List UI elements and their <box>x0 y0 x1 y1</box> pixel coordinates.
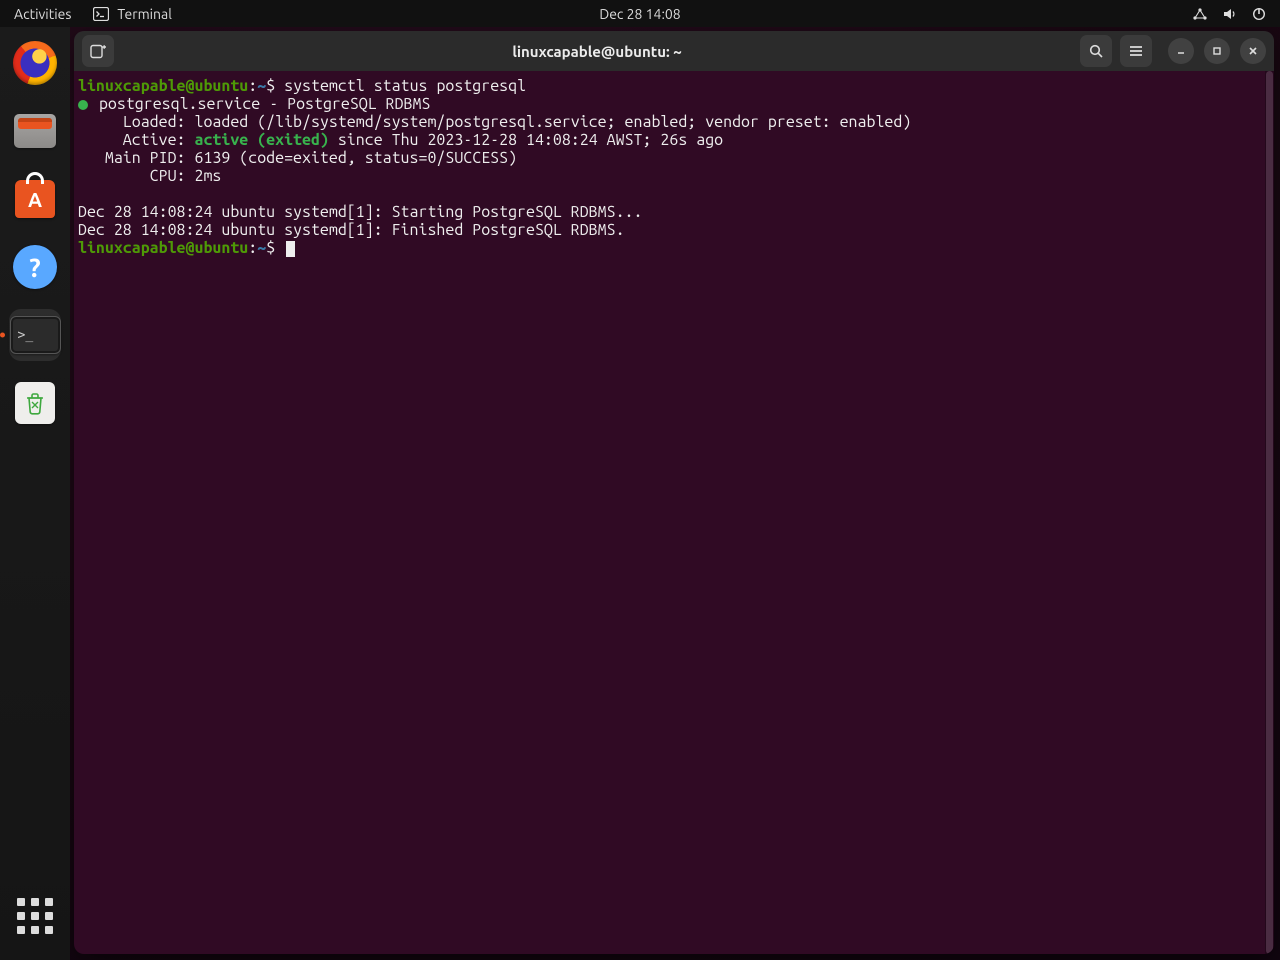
cpu-line: CPU: 2ms <box>78 167 221 185</box>
minimize-icon <box>1175 45 1187 57</box>
network-icon[interactable] <box>1192 7 1208 21</box>
active-app-label: Terminal <box>117 6 172 22</box>
mainpid-line: Main PID: 6139 (code=exited, status=0/SU… <box>78 149 517 167</box>
hamburger-icon <box>1128 44 1144 58</box>
prompt-symbol: $ <box>266 239 275 257</box>
terminal-app-icon <box>93 7 109 21</box>
close-button[interactable] <box>1240 38 1266 64</box>
volume-icon[interactable] <box>1222 7 1238 21</box>
firefox-icon <box>13 41 57 85</box>
files-icon <box>14 114 56 148</box>
help-icon: ? <box>13 245 57 289</box>
search-button[interactable] <box>1080 35 1112 67</box>
dock-files[interactable] <box>9 105 61 157</box>
prompt-symbol: $ <box>266 77 275 95</box>
dock-firefox[interactable] <box>9 37 61 89</box>
search-icon <box>1088 43 1104 59</box>
cursor <box>286 241 295 257</box>
activities-button[interactable]: Activities <box>14 6 71 22</box>
maximize-button[interactable] <box>1204 38 1230 64</box>
scrollbar-thumb[interactable] <box>1266 71 1273 954</box>
active-app-menu[interactable]: Terminal <box>93 6 172 22</box>
titlebar: linuxcapable@ubuntu: ~ <box>74 31 1274 71</box>
minimize-button[interactable] <box>1168 38 1194 64</box>
software-icon <box>15 180 55 218</box>
loaded-line: Loaded: loaded (/lib/systemd/system/post… <box>78 113 911 131</box>
log-line-2: Dec 28 14:08:24 ubuntu systemd[1]: Finis… <box>78 221 625 239</box>
power-icon[interactable] <box>1252 7 1266 21</box>
active-prefix: Active: <box>78 131 194 149</box>
new-tab-button[interactable] <box>82 35 114 67</box>
dock-help[interactable]: ? <box>9 241 61 293</box>
prompt-path: ~ <box>257 77 266 95</box>
terminal-scrollbar[interactable] <box>1265 71 1274 954</box>
status-dot-icon <box>78 100 88 110</box>
maximize-icon <box>1211 45 1223 57</box>
terminal-icon: >_ <box>10 316 61 354</box>
terminal-window: linuxcapable@ubuntu: ~ linuxcapable@u <box>74 31 1274 954</box>
prompt-path: ~ <box>257 239 266 257</box>
close-icon <box>1247 45 1259 57</box>
top-panel: Activities Terminal Dec 28 14:08 <box>0 0 1280 27</box>
clock[interactable]: Dec 28 14:08 <box>599 6 680 22</box>
trash-icon <box>15 382 55 424</box>
service-line: postgresql.service - PostgreSQL RDBMS <box>90 95 430 113</box>
menu-button[interactable] <box>1120 35 1152 67</box>
dock-trash[interactable] <box>9 377 61 429</box>
prompt-user: linuxcapable@ubuntu <box>78 239 248 257</box>
prompt-user: linuxcapable@ubuntu <box>78 77 248 95</box>
log-line-1: Dec 28 14:08:24 ubuntu systemd[1]: Start… <box>78 203 642 221</box>
dock: ? >_ <box>0 27 70 960</box>
prompt-sep: : <box>248 77 257 95</box>
apps-grid-icon <box>17 898 53 934</box>
dock-software[interactable] <box>9 173 61 225</box>
window-title: linuxcapable@ubuntu: ~ <box>122 43 1072 60</box>
prompt-sep: : <box>248 239 257 257</box>
active-suffix: since Thu 2023-12-28 14:08:24 AWST; 26s … <box>329 131 723 149</box>
dock-terminal[interactable]: >_ <box>9 309 61 361</box>
active-state: active (exited) <box>194 131 328 149</box>
show-applications-button[interactable] <box>9 890 61 942</box>
command-1: systemctl status postgresql <box>284 77 526 95</box>
terminal-output[interactable]: linuxcapable@ubuntu:~$ systemctl status … <box>74 71 1265 954</box>
new-tab-icon <box>90 43 107 60</box>
